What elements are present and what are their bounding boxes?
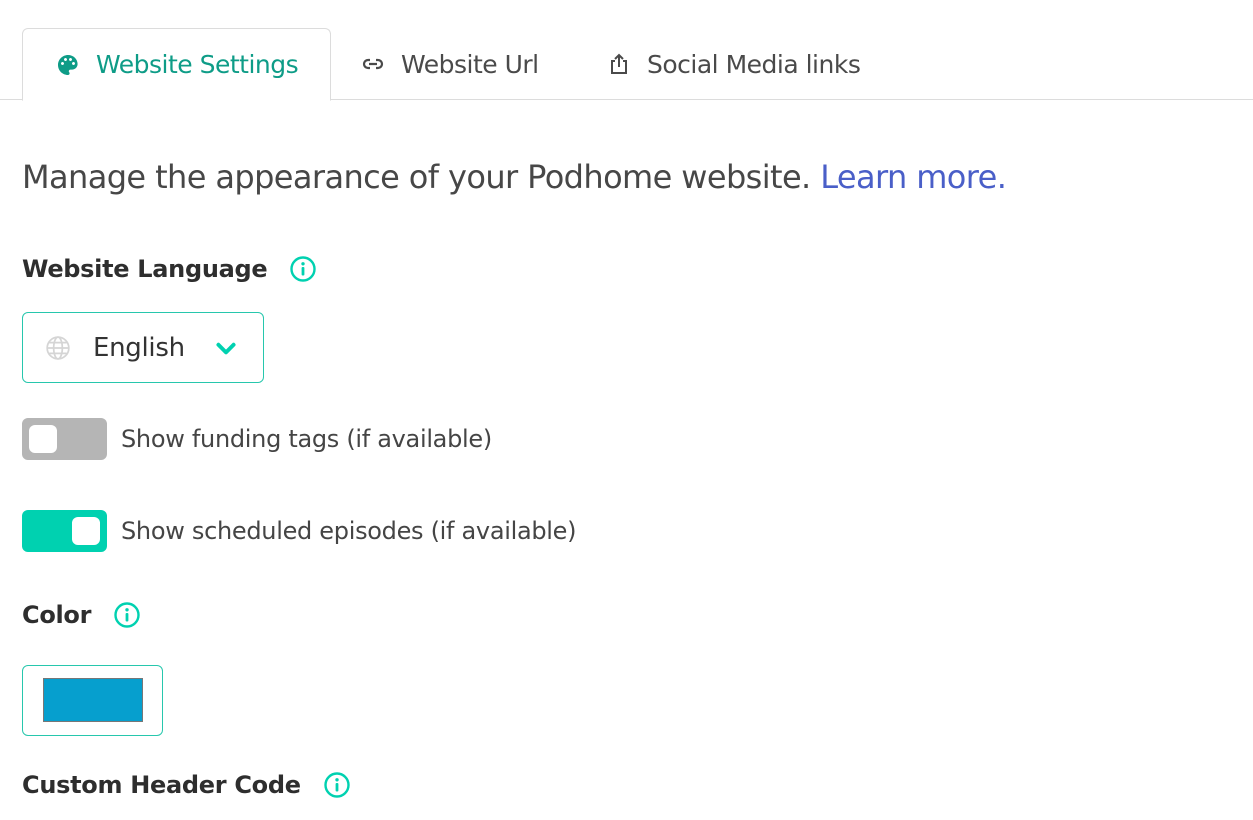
info-icon[interactable] bbox=[323, 771, 351, 799]
website-language-label-text: Website Language bbox=[22, 255, 268, 283]
color-swatch bbox=[43, 678, 143, 722]
funding-tags-row: Show funding tags (if available) bbox=[22, 418, 492, 460]
color-picker[interactable] bbox=[22, 665, 163, 736]
intro-text: Manage the appearance of your Podhome we… bbox=[22, 158, 1007, 196]
language-select[interactable]: English bbox=[22, 312, 264, 383]
info-icon[interactable] bbox=[113, 601, 141, 629]
tab-website-url[interactable]: Website Url bbox=[360, 28, 539, 100]
color-label: Color bbox=[22, 601, 141, 629]
toggle-knob bbox=[72, 517, 100, 545]
tab-label: Website Url bbox=[401, 49, 539, 79]
scheduled-episodes-label: Show scheduled episodes (if available) bbox=[121, 517, 577, 545]
scheduled-episodes-row: Show scheduled episodes (if available) bbox=[22, 510, 577, 552]
scheduled-episodes-toggle[interactable] bbox=[22, 510, 107, 552]
custom-header-code-label: Custom Header Code bbox=[22, 771, 351, 799]
funding-tags-toggle[interactable] bbox=[22, 418, 107, 460]
intro-description: Manage the appearance of your Podhome we… bbox=[22, 158, 821, 196]
tab-website-settings[interactable]: Website Settings bbox=[22, 28, 331, 101]
tab-label: Website Settings bbox=[96, 50, 299, 79]
chevron-down-icon bbox=[213, 335, 239, 361]
link-icon bbox=[360, 51, 386, 77]
learn-more-link[interactable]: Learn more. bbox=[820, 158, 1007, 196]
info-icon[interactable] bbox=[289, 255, 317, 283]
palette-icon bbox=[55, 52, 81, 78]
share-icon bbox=[606, 51, 632, 77]
tab-social-media-links[interactable]: Social Media links bbox=[606, 28, 861, 100]
website-language-label: Website Language bbox=[22, 255, 317, 283]
settings-tabs: Website Settings Website Url Social Medi… bbox=[0, 28, 1253, 101]
tab-label: Social Media links bbox=[647, 49, 861, 79]
language-value: English bbox=[93, 332, 185, 363]
color-label-text: Color bbox=[22, 601, 92, 629]
toggle-knob bbox=[29, 425, 57, 453]
custom-header-code-label-text: Custom Header Code bbox=[22, 771, 301, 799]
globe-icon bbox=[45, 335, 71, 361]
funding-tags-label: Show funding tags (if available) bbox=[121, 425, 492, 453]
